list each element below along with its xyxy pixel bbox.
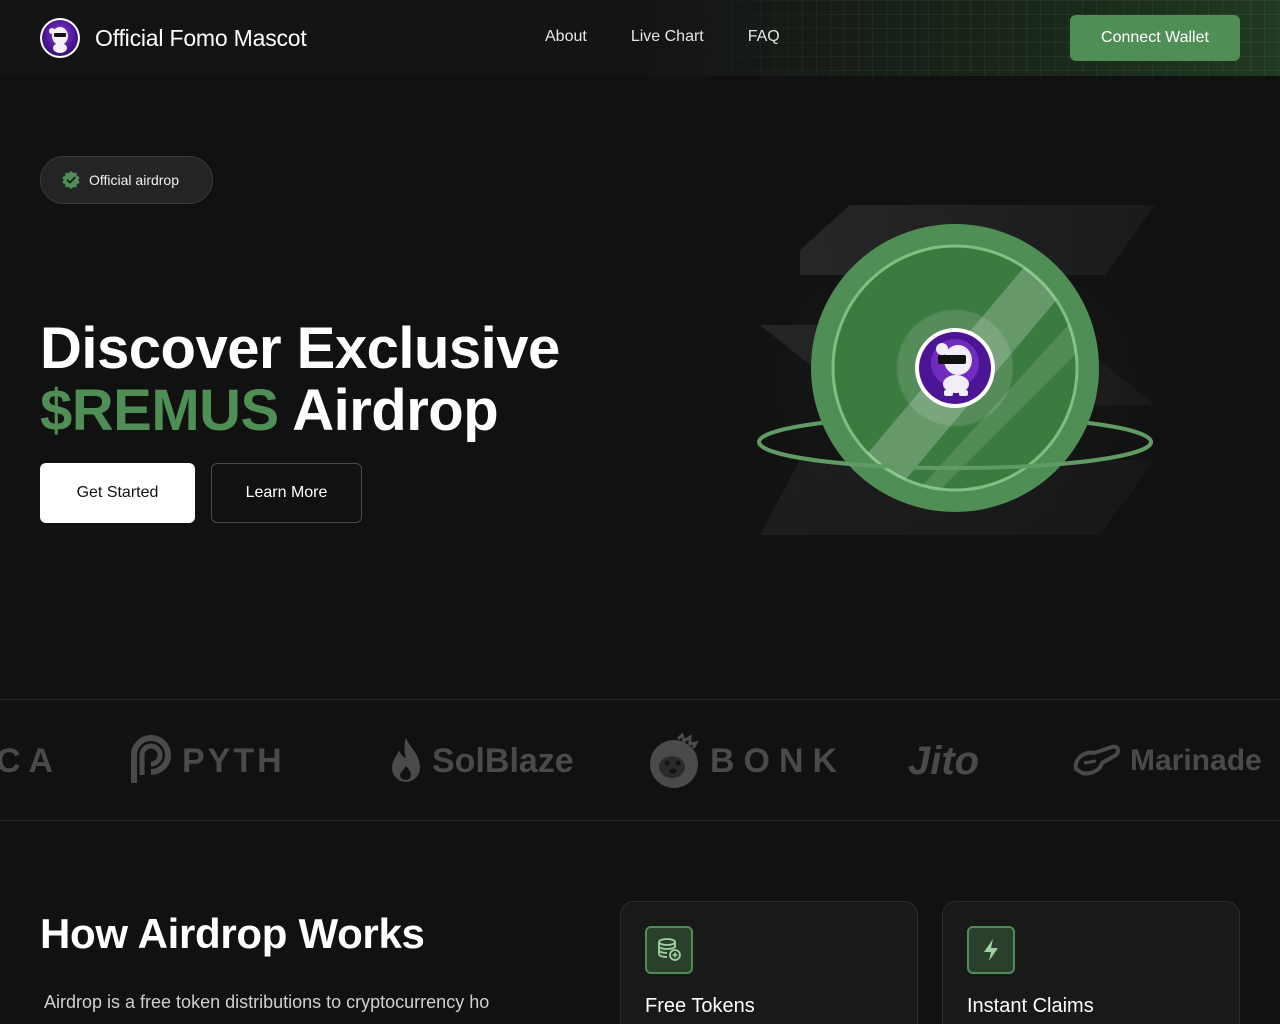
how-airdrop-works-title: How Airdrop Works [40, 910, 425, 957]
nav-live-chart[interactable]: Live Chart [631, 28, 704, 46]
marinade-logo-icon [1073, 744, 1121, 776]
card-instant-claims[interactable]: Instant Claims [942, 901, 1240, 1024]
main-nav: About Live Chart FAQ [545, 28, 824, 46]
hero-title-rest: Airdrop [292, 378, 499, 443]
partner-pyth: PYTH [128, 730, 285, 792]
learn-more-button[interactable]: Learn More [211, 463, 362, 523]
official-airdrop-badge: Official airdrop [40, 156, 213, 204]
partner-marinade: Marinade [1072, 730, 1262, 792]
lightning-icon [967, 926, 1015, 974]
partner-name: Marinade [1130, 744, 1262, 777]
card-free-tokens[interactable]: Free Tokens [620, 901, 918, 1024]
flame-logo-icon [392, 738, 420, 782]
partner-partial: CA [0, 730, 61, 792]
card-title: Free Tokens [645, 995, 755, 1017]
get-started-button[interactable]: Get Started [40, 463, 195, 523]
partner-jito: Jito [908, 730, 979, 792]
badge-label: Official airdrop [89, 172, 180, 188]
logo-icon[interactable] [40, 18, 80, 58]
card-title: Instant Claims [967, 995, 1094, 1017]
partners-strip: CA PYTH SolBlaze BONK Jito Marinade [0, 699, 1280, 821]
pyth-logo-icon [131, 735, 171, 783]
bonk-dog-logo-icon [650, 733, 699, 788]
partner-bonk: BONK [648, 730, 846, 792]
nav-faq[interactable]: FAQ [748, 28, 780, 46]
hero-coin-illustration [705, 190, 1205, 570]
partner-name: CA [0, 741, 62, 780]
verified-badge-icon [62, 171, 80, 189]
connect-wallet-button[interactable]: Connect Wallet [1070, 15, 1240, 61]
nav-about[interactable]: About [545, 28, 587, 46]
partner-name: Jito [908, 738, 980, 783]
site-header: Official Fomo Mascot About Live Chart FA… [0, 0, 1280, 76]
partner-name: SolBlaze [432, 741, 574, 780]
hero-title-accent: $REMUS [40, 378, 279, 443]
partner-name: BONK [710, 741, 847, 780]
hero-title-line1: Discover Exclusive [40, 316, 560, 381]
partner-solblaze: SolBlaze [388, 730, 574, 792]
partner-name: PYTH [182, 741, 285, 780]
brand-name[interactable]: Official Fomo Mascot [95, 25, 307, 52]
hero-title: Discover Exclusive $REMUS Airdrop [40, 318, 560, 442]
coins-icon [645, 926, 693, 974]
how-airdrop-works-text: Airdrop is a free token distributions to… [44, 992, 490, 1012]
